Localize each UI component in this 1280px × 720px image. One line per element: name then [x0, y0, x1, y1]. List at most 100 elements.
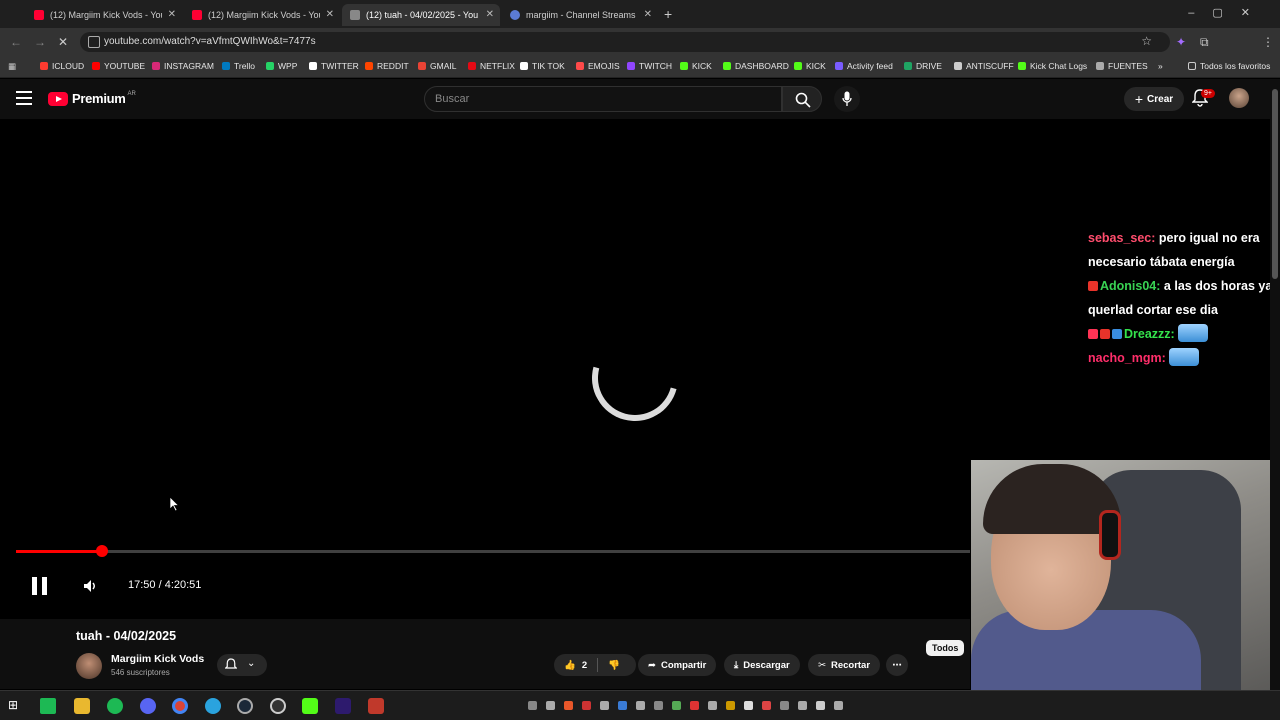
browser-tab[interactable]: margiim - Channel Streams on ✕ [502, 4, 658, 26]
bookmark-item[interactable]: KICK [680, 61, 712, 71]
menu-icon[interactable] [16, 91, 32, 105]
tray-icon[interactable] [834, 701, 843, 710]
address-bar[interactable]: youtube.com/watch?v=aVfmtQWIhWo&t=7477s … [80, 32, 1170, 52]
bookmark-item[interactable]: TWITCH [627, 61, 672, 71]
close-icon[interactable]: ✕ [326, 9, 334, 20]
tray-icon[interactable] [816, 701, 825, 710]
clip-button[interactable]: ✂ Recortar [808, 654, 881, 676]
browser-tab[interactable]: (12) Margiim Kick Vods - YouTu ✕ [184, 4, 340, 26]
close-icon[interactable]: ✕ [486, 9, 494, 20]
bookmark-item[interactable]: DRIVE [904, 61, 942, 71]
progress-bar[interactable] [16, 545, 970, 557]
chrome-icon[interactable] [172, 698, 188, 714]
bookmarks-more[interactable]: » [1158, 61, 1163, 71]
bookmark-label: DRIVE [916, 61, 942, 71]
create-button[interactable]: + Crear [1124, 87, 1184, 111]
tray-icon[interactable] [546, 701, 555, 710]
tray-icon[interactable] [636, 701, 645, 710]
progress-scrubber[interactable] [95, 545, 108, 557]
telegram-icon[interactable] [205, 698, 221, 714]
channel-name[interactable]: Margiim Kick Vods [111, 653, 204, 665]
tray-icon[interactable] [780, 701, 789, 710]
bookmark-item[interactable]: EMOJIS [576, 61, 620, 71]
like-count[interactable]: 2 [582, 660, 587, 671]
tray-icon[interactable] [564, 701, 573, 710]
thumbs-up-icon[interactable]: 👍 [564, 660, 576, 671]
bookmark-star-icon[interactable]: ☆ [1141, 34, 1152, 48]
page-scrollbar[interactable] [1270, 79, 1280, 690]
bookmark-item[interactable]: FUENTES [1096, 61, 1148, 71]
bookmark-item[interactable]: ANTISCUFF [954, 61, 1014, 71]
bookmark-item[interactable]: ICLOUD [40, 61, 84, 71]
bookmark-favicon-icon [954, 62, 962, 70]
discord-icon[interactable] [140, 698, 156, 714]
windows-start-icon[interactable]: ⊞ [8, 698, 24, 714]
share-button[interactable]: ➦ Compartir [638, 654, 717, 676]
tray-icon[interactable] [798, 701, 807, 710]
tray-icon[interactable] [618, 701, 627, 710]
volume-icon[interactable] [82, 578, 98, 594]
tray-icon[interactable] [708, 701, 717, 710]
premiere-icon[interactable] [335, 698, 351, 714]
bookmark-item[interactable]: TWITTER [309, 61, 359, 71]
search-button[interactable] [782, 86, 822, 112]
account-avatar[interactable] [1229, 88, 1249, 108]
bookmark-item[interactable]: TIK TOK [520, 61, 565, 71]
close-icon[interactable]: ✕ [644, 9, 652, 20]
download-icon: ⤓ [734, 659, 739, 671]
tray-icon[interactable] [582, 701, 591, 710]
tray-icon[interactable] [654, 701, 663, 710]
pause-button[interactable] [32, 577, 48, 595]
spotify-icon[interactable] [107, 698, 123, 714]
browser-tab[interactable]: (12) Margiim Kick Vods - YouTu ✕ [26, 4, 182, 26]
tray-icon[interactable] [528, 701, 537, 710]
extensions-puzzle-icon[interactable]: ⧉ [1200, 35, 1209, 50]
tray-icon[interactable] [744, 701, 753, 710]
back-icon[interactable]: ← [10, 35, 22, 49]
app-icon[interactable] [368, 698, 384, 714]
channel-avatar[interactable] [76, 653, 102, 679]
new-tab-icon[interactable]: + [664, 6, 672, 22]
app-icon[interactable] [302, 698, 318, 714]
tray-icon[interactable] [762, 701, 771, 710]
steam-icon[interactable] [237, 698, 253, 714]
bookmark-item[interactable]: WPP [266, 61, 297, 71]
bookmark-item[interactable]: Trello [222, 61, 255, 71]
all-bookmarks[interactable]: Todos los favoritos [1188, 61, 1270, 71]
filter-chip-all[interactable]: Todos [926, 640, 965, 656]
bookmark-item[interactable]: INSTAGRAM [152, 61, 214, 71]
bookmark-item[interactable]: YOUTUBE [92, 61, 145, 71]
apps-grid-icon[interactable]: ▦ [8, 61, 16, 72]
bookmark-item[interactable]: NETFLIX [468, 61, 515, 71]
scrollbar-thumb[interactable] [1272, 89, 1278, 279]
tray-icon[interactable] [690, 701, 699, 710]
tray-icon[interactable] [726, 701, 735, 710]
stop-loading-icon[interactable]: ✕ [58, 35, 68, 49]
bookmark-item[interactable]: Activity feed [835, 61, 893, 71]
bookmark-item[interactable]: Kick Chat Logs [1018, 61, 1087, 71]
browser-tab-active[interactable]: (12) tuah - 04/02/2025 - YouTu ✕ [342, 4, 500, 26]
close-icon[interactable]: ✕ [168, 9, 176, 20]
window-controls[interactable]: –▢✕ [1188, 6, 1268, 19]
tray-icon[interactable] [672, 701, 681, 710]
menu-dots-icon[interactable]: ⋮ [1262, 35, 1274, 49]
subscription-bell-button[interactable]: ⌄ [217, 654, 267, 676]
bookmark-item[interactable]: DASHBOARD [723, 61, 789, 71]
thumbs-down-icon[interactable]: 👎 [608, 660, 620, 671]
voice-search-button[interactable] [834, 86, 860, 112]
app-icon[interactable] [40, 698, 56, 714]
file-explorer-icon[interactable] [74, 698, 90, 714]
tray-icon[interactable] [600, 701, 609, 710]
forward-icon[interactable]: → [34, 35, 46, 49]
bookmark-item[interactable]: REDDIT [365, 61, 409, 71]
obs-icon[interactable] [270, 698, 286, 714]
search-input[interactable]: Buscar [424, 86, 782, 112]
youtube-premium-logo[interactable]: Premium AR [48, 91, 136, 106]
bookmark-item[interactable]: GMAIL [418, 61, 456, 71]
more-actions-button[interactable]: ⋯ [886, 654, 908, 676]
url-text[interactable]: youtube.com/watch?v=aVfmtQWIhWo&t=7477s [104, 36, 316, 47]
download-button[interactable]: ⤓ Descargar [724, 654, 800, 676]
bookmark-item[interactable]: KICK [794, 61, 826, 71]
extension-icon[interactable]: ✦ [1176, 35, 1186, 49]
site-info-icon[interactable] [88, 36, 100, 48]
